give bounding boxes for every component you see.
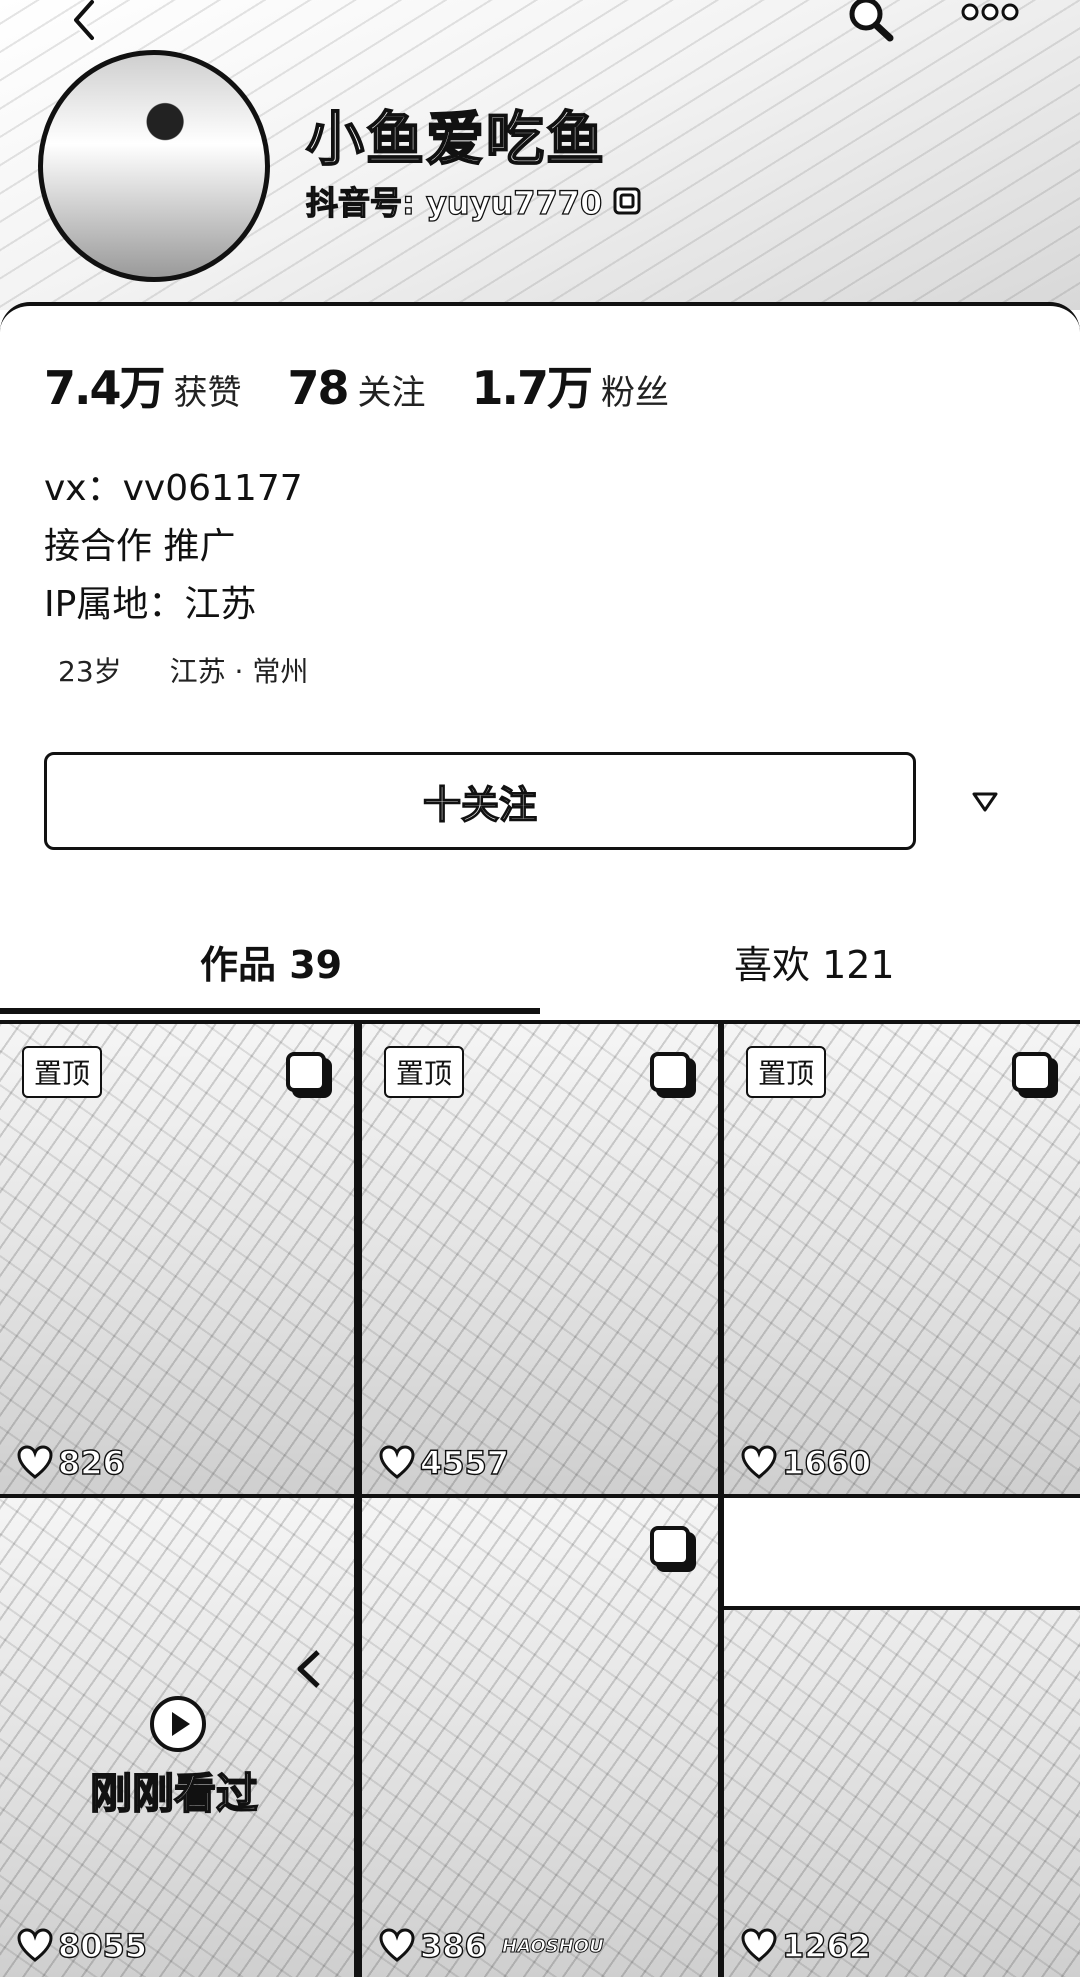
select-checkbox[interactable] [1012,1052,1052,1092]
avatar[interactable] [38,50,270,282]
active-tab-indicator [0,1008,540,1014]
bio-line: IP属地：江苏 [44,584,257,625]
like-count: 8055 [16,1926,148,1966]
like-count: 1262 [740,1926,872,1966]
video-grid: 置顶 826 置顶 4557 置顶 1660 刚刚看过 8055 386 HAO… [0,1020,1080,1977]
stat-followers-value: 1.7万 [471,361,593,415]
tab-likes[interactable]: 喜欢 121 [734,934,895,989]
bio-line: vx：vv061177 [44,468,303,509]
stat-following-value: 78 [287,361,350,415]
video-thumbnail[interactable]: 置顶 826 [0,1020,358,1498]
video-thumbnail[interactable]: 置顶 1660 [720,1020,1080,1498]
search-button[interactable] [842,0,902,46]
qr-code-icon[interactable] [612,186,642,216]
recommend-dropdown-button[interactable] [968,786,1002,816]
follow-button[interactable]: 十关注 [44,752,916,850]
like-count-value: 8055 [57,1926,148,1965]
tab-works[interactable]: 作品 39 [200,934,342,989]
heart-icon [741,1928,777,1962]
stat-following-label: 关注 [357,373,426,413]
like-count: 4557 [378,1443,510,1483]
age-tag: 23岁 [58,655,122,688]
play-icon [150,1696,206,1752]
triangle-down-icon [972,792,998,812]
pinned-badge: 置顶 [384,1046,465,1098]
like-count: 1660 [740,1443,872,1483]
like-count: 386 [378,1926,487,1966]
pinned-badge: 置顶 [746,1046,827,1098]
just-watched-label: 刚刚看过 [89,1768,259,1819]
video-thumbnail[interactable]: 置顶 4557 [358,1020,722,1498]
select-checkbox[interactable] [650,1526,690,1566]
heart-icon [379,1928,415,1962]
profile-header: 小鱼爱吃鱼 抖音号: yuyu7770 [0,0,1080,310]
select-checkbox[interactable] [650,1052,690,1092]
like-count-value: 1660 [781,1443,872,1482]
like-count: 826 [16,1443,125,1483]
like-count-value: 386 [419,1926,487,1965]
stat-likes-label: 获赞 [173,373,242,413]
video-letterbox [724,1498,1080,1610]
video-thumbnail[interactable]: 刚刚看过 8055 [0,1494,358,1977]
stat-following[interactable]: 78 关注 [288,361,426,415]
search-icon [849,0,894,42]
chevron-left-icon [297,1650,320,1688]
douyin-id-text: 抖音号: yuyu7770 [305,183,603,222]
video-thumbnail[interactable]: 386 HAOSHOU [358,1494,722,1977]
more-icon [961,3,1019,21]
heart-icon [17,1445,53,1479]
like-count-value: 1262 [781,1926,872,1965]
stats-row: 7.4万 获赞 78 关注 1.7万 粉丝 [44,352,715,418]
video-thumbnail[interactable]: 1262 [720,1494,1080,1977]
like-count-value: 4557 [419,1443,510,1482]
heart-icon [379,1445,415,1479]
back-icon [71,0,97,43]
like-count-value: 826 [57,1443,125,1482]
back-button[interactable] [62,0,110,43]
douyin-id-row[interactable]: 抖音号: yuyu7770 [305,178,642,224]
location-tag: 江苏 · 常州 [169,655,309,688]
profile-nickname: 小鱼爱吃鱼 [305,104,607,174]
more-button[interactable] [958,0,1022,38]
select-checkbox[interactable] [286,1052,326,1092]
stat-followers[interactable]: 1.7万 粉丝 [472,352,670,418]
bio-line: 接合作 推广 [44,526,236,567]
stat-likes[interactable]: 7.4万 获赞 [44,352,242,418]
heart-icon [17,1928,53,1962]
pinned-badge: 置顶 [22,1046,103,1098]
stat-likes-value: 7.4万 [44,361,165,415]
profile-tags: 23岁 江苏 · 常州 [58,650,308,690]
video-watermark: HAOSHOU [502,1936,605,1958]
profile-bio: vx：vv061177 接合作 推广 IP属地：江苏 [44,460,303,634]
stat-followers-label: 粉丝 [601,373,670,413]
heart-icon [741,1445,777,1479]
